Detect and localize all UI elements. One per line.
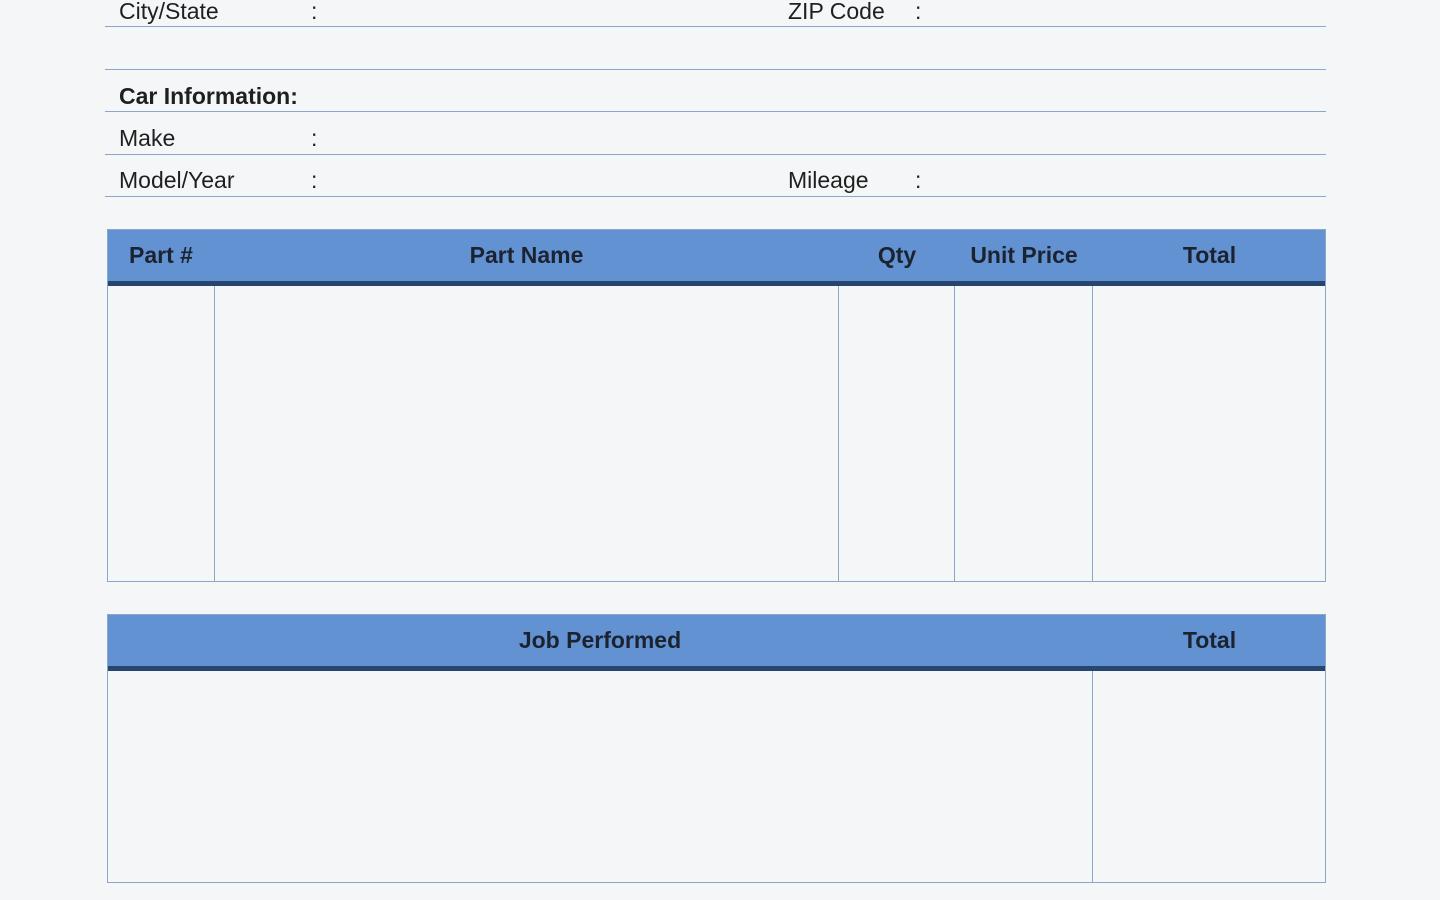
job-total-cell[interactable] [1093,671,1325,882]
model-year-label: Model/Year [119,167,235,193]
invoice-form-page: City/State : ZIP Code : Car Information:… [0,0,1440,900]
blank-row [105,28,1326,70]
part-name-cell[interactable] [215,286,838,581]
mileage-field[interactable] [935,161,1315,191]
make-field[interactable] [330,119,1310,149]
city-state-label: City/State [119,0,219,24]
model-year-field[interactable] [330,161,770,191]
parts-table: Part # Part Name Qty Unit Price Total [107,229,1326,582]
make-colon: : [311,125,318,151]
column-total: Total [1182,242,1237,268]
column-job-total: Total [1182,627,1237,653]
part-number-cell[interactable] [108,286,214,581]
column-qty: Qty [877,242,917,268]
zip-code-label: ZIP Code [788,0,885,24]
column-unit-price: Unit Price [970,242,1078,268]
column-part-number: Part # [129,242,193,268]
column-job-performed: Job Performed [518,627,682,653]
mileage-colon: : [915,167,922,193]
car-information-title: Car Information: [119,83,298,109]
car-info-header-row: Car Information: [105,70,1326,112]
make-row: Make : [105,113,1326,155]
parts-table-header: Part # Part Name Qty Unit Price Total [108,230,1325,286]
model-mileage-row: Model/Year : Mileage : [105,155,1326,197]
city-state-colon: : [311,0,318,24]
qty-cell[interactable] [839,286,954,581]
zip-code-field[interactable] [935,0,1315,23]
model-year-colon: : [311,167,318,193]
job-performed-cell[interactable] [108,671,1092,882]
column-part-name: Part Name [469,242,584,268]
city-state-field[interactable] [330,0,770,23]
jobs-table-header: Job Performed Total [108,615,1325,671]
unit-price-cell[interactable] [955,286,1092,581]
zip-code-colon: : [915,0,922,24]
jobs-table: Job Performed Total [107,614,1326,883]
mileage-label: Mileage [788,167,869,193]
parts-total-cell[interactable] [1093,286,1325,581]
make-label: Make [119,125,176,151]
city-zip-row: City/State : ZIP Code : [105,0,1326,27]
